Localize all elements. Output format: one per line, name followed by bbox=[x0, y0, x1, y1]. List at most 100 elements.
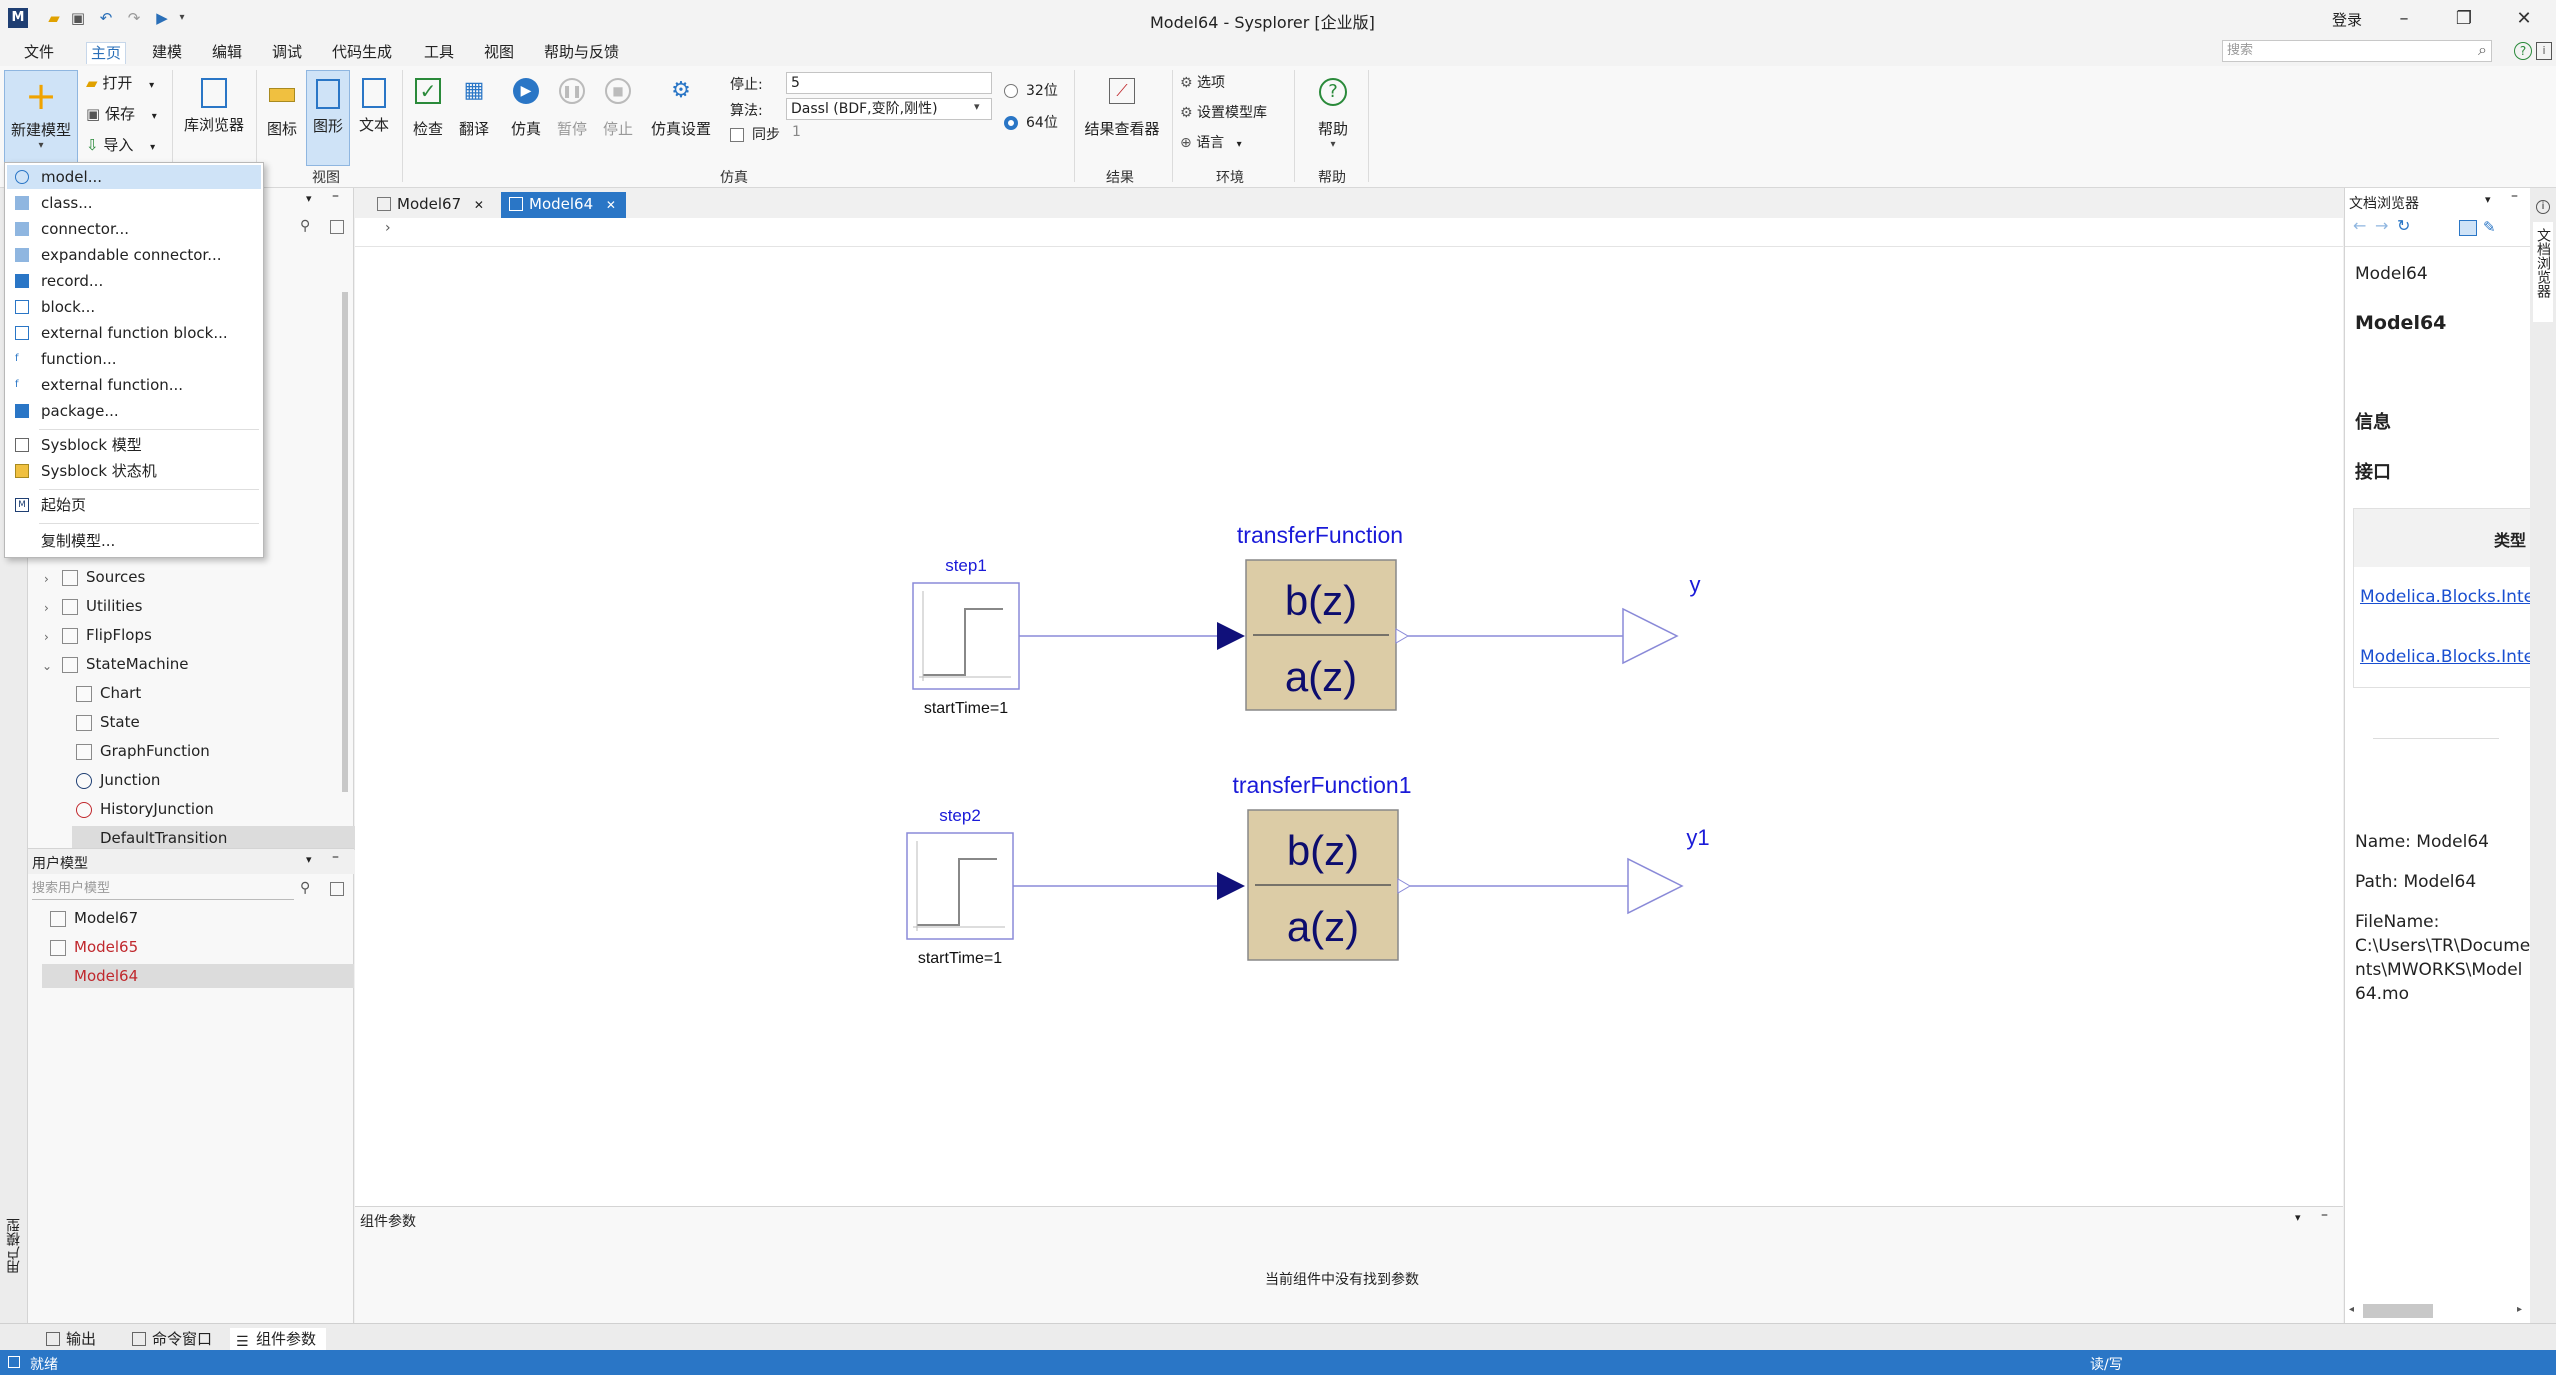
diagram-view-button[interactable]: 图形 bbox=[306, 70, 350, 166]
menu-file[interactable]: 文件 bbox=[20, 42, 58, 64]
tab-component-params[interactable]: ☰ 组件参数 bbox=[230, 1328, 327, 1350]
help-button[interactable]: ? 帮助 ▾ bbox=[1304, 78, 1362, 150]
menu-edit[interactable]: 编辑 bbox=[208, 42, 246, 64]
quick-access-dropdown-icon[interactable]: ▾ bbox=[172, 8, 192, 28]
tree-scrollbar[interactable] bbox=[342, 292, 348, 792]
close-button[interactable]: ✕ bbox=[2504, 4, 2544, 34]
tree-item-junction[interactable]: Junction bbox=[76, 768, 160, 792]
tree-item-graphfunction[interactable]: GraphFunction bbox=[76, 739, 210, 763]
menu-codegen[interactable]: 代码生成 bbox=[328, 42, 396, 64]
check-button[interactable]: ✓ 检查 bbox=[408, 78, 448, 139]
collapse-all-icon[interactable] bbox=[330, 220, 344, 234]
save-button[interactable]: ▣ 保存 ▾ bbox=[86, 103, 157, 124]
tree-item-statemachine[interactable]: StateMachine bbox=[62, 652, 189, 676]
menu-item-class[interactable]: class... bbox=[7, 191, 261, 215]
sim-settings-button[interactable]: ⚙ 仿真设置 bbox=[644, 78, 718, 139]
user-model-collapse-icon[interactable] bbox=[330, 882, 344, 896]
user-model-filter-icon[interactable]: ⚲ bbox=[300, 880, 310, 896]
filter-icon[interactable]: ⚲ bbox=[300, 218, 310, 234]
user-model-search-input[interactable]: 搜索用户模型 bbox=[32, 878, 294, 900]
menu-item-model[interactable]: model... bbox=[7, 165, 261, 189]
open-button[interactable]: ▰ 打开 ▾ bbox=[86, 72, 154, 93]
user-model-minimize-icon[interactable]: – bbox=[332, 849, 339, 865]
undo-icon[interactable]: ↶ bbox=[96, 8, 116, 28]
simulate-button[interactable]: ▶ 仿真 bbox=[506, 78, 546, 139]
output-y-block[interactable] bbox=[1622, 607, 1679, 665]
input-port[interactable] bbox=[1217, 872, 1245, 900]
menu-help-feedback[interactable]: 帮助与反馈 bbox=[540, 42, 623, 64]
tree-item-chart[interactable]: Chart bbox=[76, 681, 141, 705]
pause-button[interactable]: ❚❚ 暂停 bbox=[552, 78, 592, 139]
tree-item-flipflops[interactable]: FlipFlops bbox=[62, 623, 152, 647]
search-icon[interactable]: ⌕ bbox=[2478, 40, 2487, 60]
menu-debug[interactable]: 调试 bbox=[268, 42, 306, 64]
radio-32bit[interactable] bbox=[1004, 84, 1018, 98]
maximize-button[interactable]: ❐ bbox=[2444, 4, 2484, 34]
doc-browser-minimize-icon[interactable]: – bbox=[2511, 188, 2518, 204]
user-model-item[interactable]: Model65 bbox=[50, 935, 138, 959]
doc-edit-icon[interactable]: ✎ bbox=[2483, 218, 2496, 236]
step1-block[interactable] bbox=[912, 582, 1020, 690]
menu-view[interactable]: 视图 bbox=[480, 42, 518, 64]
set-library-button[interactable]: ⚙ 设置模型库 bbox=[1180, 102, 1267, 122]
step2-block[interactable] bbox=[906, 832, 1014, 940]
refresh-icon[interactable]: ↻ bbox=[2397, 216, 2410, 235]
result-viewer-button[interactable]: ⟋ 结果查看器 bbox=[1080, 78, 1164, 139]
tab-close-icon[interactable]: ✕ bbox=[606, 198, 616, 212]
user-model-item[interactable]: Model64 bbox=[42, 964, 354, 988]
back-arrow-icon[interactable]: ← bbox=[2353, 216, 2366, 235]
login-link[interactable]: 登录 bbox=[2332, 9, 2362, 30]
expand-chevron-icon[interactable]: › bbox=[44, 572, 49, 586]
tab-model64[interactable]: Model64 ✕ bbox=[501, 192, 626, 218]
algorithm-dropdown-icon[interactable]: ▾ bbox=[974, 100, 980, 113]
doc-view-icon[interactable] bbox=[2459, 220, 2477, 236]
horizontal-scrollbar[interactable] bbox=[2363, 1304, 2433, 1318]
panel-dropdown-icon[interactable]: ▾ bbox=[306, 192, 312, 205]
translate-button[interactable]: ▦ 翻译 bbox=[454, 78, 494, 139]
breadcrumb-chevron-icon[interactable]: › bbox=[385, 220, 391, 236]
menu-item-function[interactable]: f function... bbox=[7, 347, 261, 371]
text-view-button[interactable]: 文本 bbox=[354, 78, 394, 135]
interface-type-link[interactable]: Modelica.Blocks.Inter bbox=[2360, 647, 2541, 667]
tab-model67[interactable]: Model67 ✕ bbox=[369, 192, 494, 218]
doc-browser-dropdown-icon[interactable]: ▾ bbox=[2485, 193, 2491, 206]
doc-info-icon[interactable]: i bbox=[2536, 200, 2550, 214]
options-button[interactable]: ⚙ 选项 bbox=[1180, 72, 1225, 92]
language-button[interactable]: ⊕ 语言 ▾ bbox=[1180, 132, 1242, 152]
tree-item-state[interactable]: State bbox=[76, 710, 140, 734]
expand-chevron-icon[interactable]: › bbox=[44, 601, 49, 615]
stop-time-input[interactable]: 5 bbox=[786, 72, 992, 94]
collapse-chevron-icon[interactable]: ⌄ bbox=[42, 659, 52, 673]
radio-64bit[interactable] bbox=[1004, 116, 1018, 130]
menu-item-start-page[interactable]: M 起始页 bbox=[7, 493, 261, 517]
user-model-dropdown-icon[interactable]: ▾ bbox=[306, 853, 312, 866]
tree-item-defaulttransition[interactable]: DefaultTransition bbox=[72, 826, 362, 850]
user-model-item[interactable]: Model67 bbox=[50, 906, 138, 930]
params-dropdown-icon[interactable]: ▾ bbox=[2295, 1211, 2301, 1224]
scroll-left-icon[interactable]: ◂ bbox=[2349, 1304, 2354, 1315]
save-icon[interactable]: ▣ bbox=[68, 8, 88, 28]
tab-command-window[interactable]: 命令窗口 bbox=[126, 1328, 212, 1350]
tab-output[interactable]: 输出 bbox=[40, 1328, 96, 1350]
open-folder-icon[interactable]: ▰ bbox=[44, 8, 64, 28]
sync-checkbox[interactable] bbox=[730, 128, 744, 142]
menu-item-copy-model[interactable]: 复制模型... bbox=[7, 529, 261, 553]
diagram-canvas[interactable]: step1 startTime=1 transferFunction b(z) … bbox=[355, 246, 2343, 1206]
user-model-vertical-tab[interactable]: 用户模型 bbox=[4, 1218, 24, 1274]
run-icon[interactable]: ▶ bbox=[152, 8, 172, 28]
tree-item-utilities[interactable]: Utilities bbox=[62, 594, 142, 618]
panel-minimize-icon[interactable]: – bbox=[332, 188, 339, 204]
menu-home[interactable]: 主页 bbox=[86, 42, 127, 64]
scroll-right-icon[interactable]: ▸ bbox=[2517, 1304, 2522, 1315]
input-port[interactable] bbox=[1217, 622, 1245, 650]
menu-item-connector[interactable]: connector... bbox=[7, 217, 261, 241]
menu-item-record[interactable]: record... bbox=[7, 269, 261, 293]
menu-item-external-function-block[interactable]: external function block... bbox=[7, 321, 261, 345]
info-icon[interactable]: i bbox=[2536, 42, 2552, 60]
new-model-button[interactable]: + 新建模型 ▾ bbox=[4, 70, 78, 166]
import-button[interactable]: ⇩ 导入 ▾ bbox=[86, 134, 155, 155]
params-minimize-icon[interactable]: – bbox=[2321, 1207, 2328, 1223]
menu-item-sysblock-model[interactable]: Sysblock 模型 bbox=[7, 433, 261, 457]
menu-item-block[interactable]: block... bbox=[7, 295, 261, 319]
stop-button[interactable]: ■ 停止 bbox=[598, 78, 638, 139]
